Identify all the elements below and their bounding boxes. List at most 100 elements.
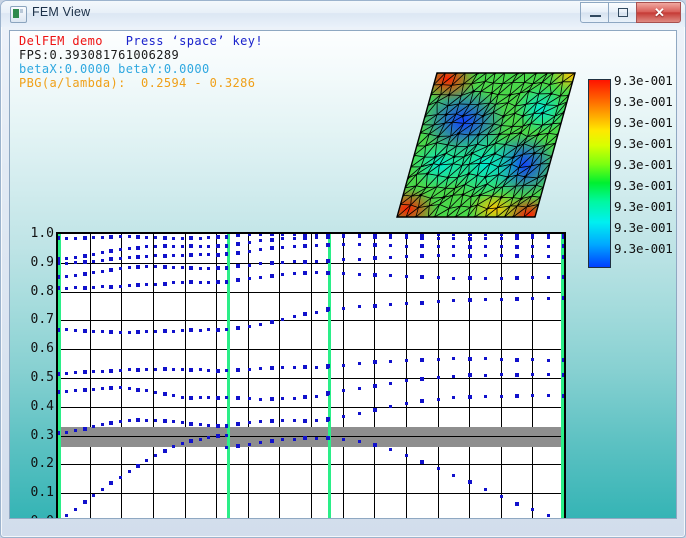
data-point	[225, 235, 228, 238]
data-point	[484, 277, 487, 280]
data-point	[109, 235, 113, 239]
data-point	[484, 298, 487, 301]
data-point	[225, 424, 228, 427]
data-point	[65, 431, 68, 434]
mesh-node	[549, 92, 553, 95]
data-point	[248, 250, 251, 253]
data-point	[225, 280, 228, 283]
data-point	[515, 502, 519, 506]
data-point	[189, 266, 193, 270]
data-point	[315, 260, 318, 263]
data-point	[420, 460, 424, 464]
mesh-node	[521, 114, 525, 118]
data-point	[181, 442, 184, 445]
colorbar-label: 9.3e-001	[614, 178, 673, 193]
data-point	[562, 358, 566, 362]
data-point	[303, 395, 307, 399]
fem-mesh-parallelogram[interactable]	[345, 69, 577, 221]
data-point	[163, 236, 167, 240]
data-point	[373, 384, 377, 388]
data-point	[293, 237, 296, 240]
data-point	[515, 276, 519, 280]
maximize-button[interactable]	[608, 2, 637, 23]
data-point	[119, 476, 122, 479]
mesh-node	[442, 196, 446, 199]
data-point	[136, 255, 140, 259]
data-point	[109, 268, 113, 272]
data-point	[259, 367, 262, 370]
data-point	[172, 266, 175, 269]
data-point	[92, 494, 95, 497]
data-point	[468, 245, 472, 249]
data-point	[109, 386, 113, 390]
data-point	[136, 368, 140, 372]
data-point	[484, 488, 487, 491]
data-point	[373, 360, 377, 364]
data-point	[163, 392, 167, 396]
data-point	[74, 274, 77, 277]
data-point	[154, 330, 157, 333]
data-point	[189, 236, 193, 240]
data-point	[315, 271, 318, 274]
y-tick-label: 0.3	[30, 428, 54, 443]
beta-readout: betaX:0.0000 betaY:0.0000	[19, 62, 210, 76]
data-point	[154, 236, 157, 239]
band-diagram-plot[interactable]	[56, 232, 566, 518]
gl-canvas[interactable]: DelFEM demo Press ‘space’ key! FPS:0.393…	[9, 30, 677, 519]
data-point	[468, 373, 472, 377]
data-point	[420, 233, 424, 237]
data-point	[65, 328, 68, 331]
data-point	[207, 424, 210, 427]
data-point	[145, 255, 148, 258]
data-point	[389, 448, 392, 451]
data-point	[216, 396, 220, 400]
data-point	[315, 395, 318, 398]
data-point	[56, 390, 60, 394]
data-point	[92, 260, 95, 263]
data-point	[281, 261, 284, 264]
close-button[interactable]: ✕	[636, 2, 681, 23]
y-tick-label: 1.0	[30, 226, 54, 241]
data-point	[326, 391, 330, 395]
title-bar[interactable]: FEM View ✕	[1, 1, 685, 27]
data-point	[216, 280, 220, 284]
data-point	[452, 245, 455, 248]
data-point	[145, 459, 148, 462]
data-point	[373, 233, 377, 237]
data-point	[199, 237, 202, 240]
mesh-node	[512, 156, 515, 159]
data-point	[207, 328, 210, 331]
data-point	[136, 330, 140, 334]
data-point	[303, 233, 307, 237]
data-point	[225, 434, 228, 437]
data-point	[83, 427, 87, 431]
data-point	[293, 438, 296, 441]
data-point	[405, 402, 408, 405]
data-point	[468, 276, 472, 280]
minimize-button[interactable]	[580, 2, 609, 23]
data-point	[531, 233, 534, 236]
data-point	[389, 405, 392, 408]
data-point	[154, 265, 157, 268]
data-point	[405, 275, 408, 278]
data-point	[65, 372, 68, 375]
data-point	[531, 276, 534, 279]
mesh-node	[502, 115, 505, 118]
data-point	[56, 236, 60, 240]
gridline-vertical	[90, 234, 91, 518]
data-point	[199, 423, 202, 426]
symmetry-point-line	[227, 234, 230, 518]
data-point	[236, 233, 240, 237]
data-point	[163, 449, 167, 453]
colorbar-label: 9.3e-001	[614, 115, 673, 130]
data-point	[562, 233, 566, 237]
data-point	[119, 248, 122, 251]
data-point	[236, 444, 240, 448]
data-point	[101, 387, 104, 390]
data-point	[259, 233, 262, 236]
data-point	[128, 368, 131, 371]
data-point	[172, 245, 175, 248]
data-point	[342, 415, 345, 418]
window-title: FEM View	[32, 5, 91, 19]
data-point	[199, 281, 202, 284]
